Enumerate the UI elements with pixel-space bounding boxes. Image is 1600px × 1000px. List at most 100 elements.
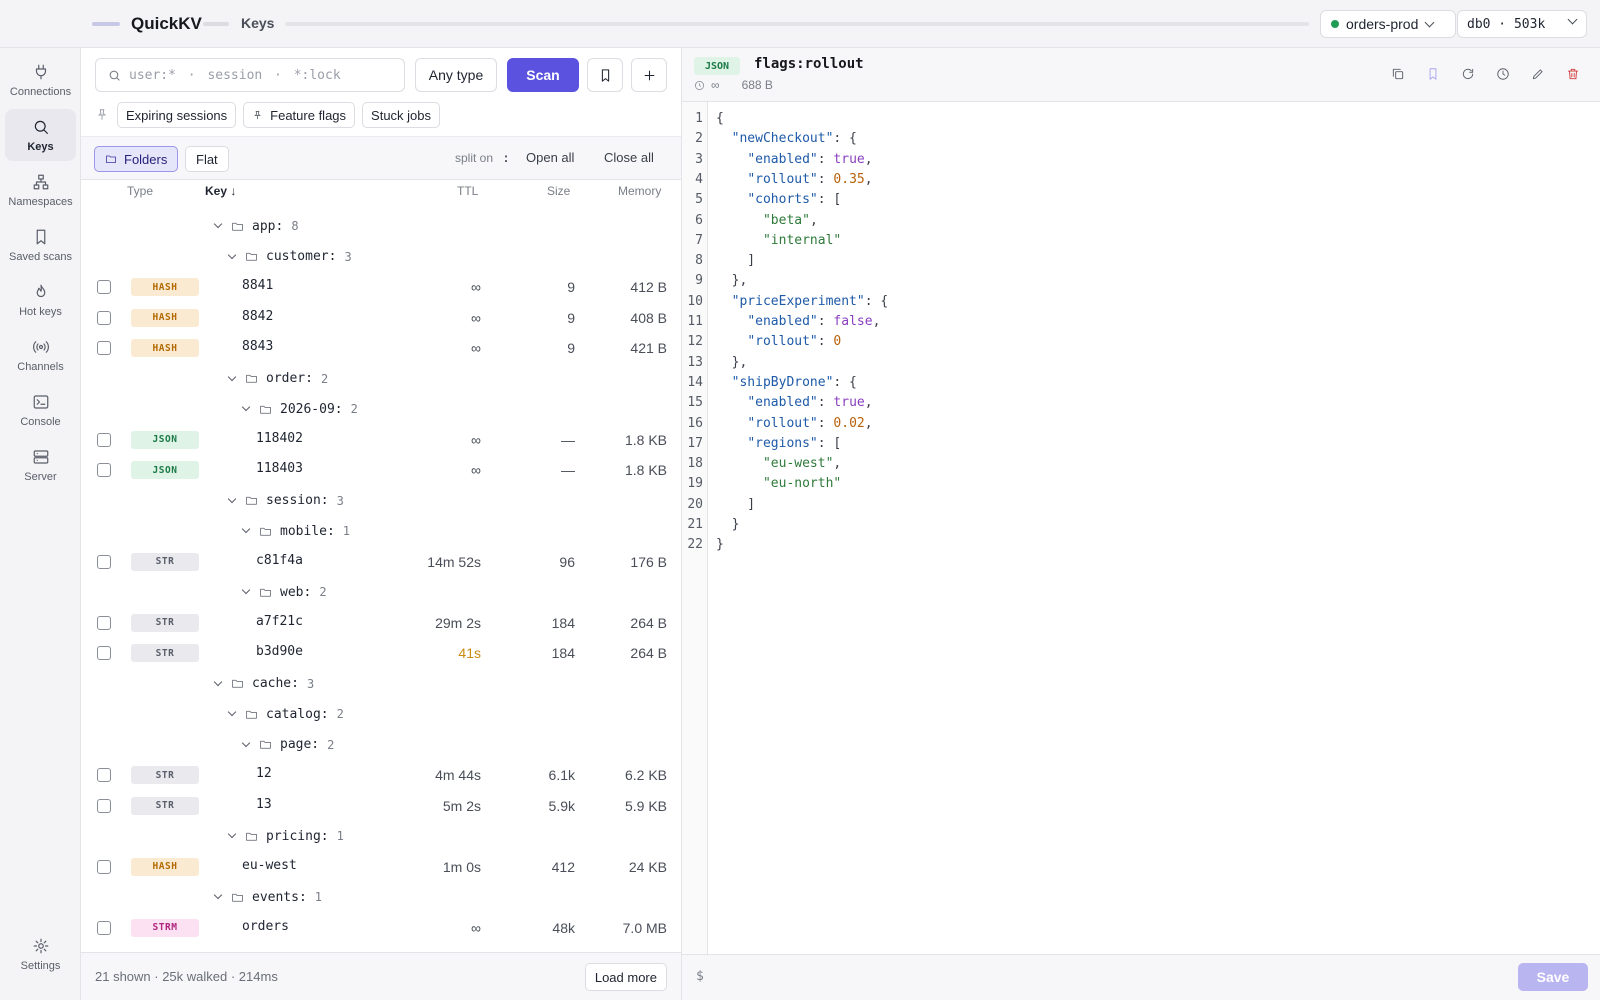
folder-row[interactable]: web: 2: [81, 576, 681, 607]
chevron-down-icon[interactable]: [241, 524, 251, 534]
key-name[interactable]: 12: [256, 766, 272, 781]
chevron-down-icon[interactable]: [213, 677, 223, 686]
key-row[interactable]: STR 12 4m 44s 6.1k 6.2 KB: [81, 759, 681, 790]
connection-select[interactable]: orders-prod: [1320, 10, 1456, 38]
key-name[interactable]: 118402: [256, 431, 303, 446]
nav-item-hot-keys[interactable]: Hot keys: [5, 274, 76, 326]
folder-node[interactable]: page: 2: [241, 735, 334, 755]
chevron-down-icon[interactable]: [227, 707, 237, 717]
chevron-down-icon[interactable]: [227, 250, 237, 259]
folder-node[interactable]: events: 1: [213, 887, 322, 907]
key-row[interactable]: STR b3d90e 41s 184 264 B: [81, 637, 681, 668]
copy-button[interactable]: [1391, 67, 1407, 83]
column-header-key[interactable]: Key ↓: [205, 184, 236, 204]
row-checkbox[interactable]: [97, 310, 111, 325]
chevron-down-icon[interactable]: [241, 738, 251, 747]
nav-item-saved-scans[interactable]: Saved scans: [5, 219, 76, 271]
key-name[interactable]: 13: [256, 797, 272, 812]
row-checkbox[interactable]: [97, 646, 111, 660]
folder-node[interactable]: 2026-09: 2: [241, 399, 358, 419]
key-name[interactable]: 8841: [242, 278, 273, 293]
nav-item-keys[interactable]: Keys: [5, 109, 76, 161]
bookmark-key-button[interactable]: [1426, 67, 1442, 83]
flat-view-toggle[interactable]: Flat: [185, 146, 229, 172]
folder-row[interactable]: mobile: 1: [81, 515, 681, 546]
key-row[interactable]: HASH 8843 ∞ 9 421 B: [81, 332, 681, 363]
nav-item-namespaces[interactable]: Namespaces: [5, 164, 76, 216]
folder-node[interactable]: session: 3: [227, 491, 344, 511]
split-on-control[interactable]: split on :: [455, 151, 510, 165]
key-name[interactable]: a7f21c: [256, 614, 303, 629]
row-checkbox[interactable]: [97, 768, 111, 782]
folder-row[interactable]: page: 2: [81, 729, 681, 760]
scan-button[interactable]: Scan: [507, 58, 579, 92]
folder-node[interactable]: pricing: 1: [227, 826, 344, 846]
folder-node[interactable]: catalog: 2: [227, 704, 344, 724]
folder-row[interactable]: customer: 3: [81, 241, 681, 272]
row-checkbox[interactable]: [97, 554, 111, 569]
nav-item-server[interactable]: Server: [5, 439, 76, 491]
chevron-down-icon[interactable]: [241, 402, 251, 412]
folders-view-toggle[interactable]: Folders: [94, 146, 179, 172]
key-row[interactable]: HASH 8841 ∞ 9 412 B: [81, 271, 681, 302]
search-box[interactable]: [95, 58, 405, 92]
folder-row[interactable]: catalog: 2: [81, 698, 681, 729]
nav-item-channels[interactable]: Channels: [5, 329, 76, 381]
database-select[interactable]: db0 · 503k: [1457, 10, 1587, 38]
refresh-button[interactable]: [1461, 67, 1477, 83]
chevron-down-icon[interactable]: [227, 494, 237, 503]
key-row[interactable]: HASH eu-west 1m 0s 412 24 KB: [81, 851, 681, 882]
chevron-down-icon[interactable]: [227, 829, 237, 839]
folder-row[interactable]: app: 8: [81, 210, 681, 241]
row-checkbox[interactable]: [97, 432, 111, 447]
folder-node[interactable]: cache: 3: [213, 674, 314, 694]
folder-row[interactable]: events: 1: [81, 881, 681, 912]
row-checkbox[interactable]: [97, 341, 111, 355]
close-all-button[interactable]: Close all: [604, 150, 654, 165]
load-more-button[interactable]: Load more: [584, 963, 667, 991]
folder-node[interactable]: order: 2: [227, 369, 328, 389]
folder-node[interactable]: app: 8: [213, 216, 299, 236]
key-name[interactable]: 8843: [242, 339, 273, 354]
column-header-memory[interactable]: Memory: [618, 184, 661, 204]
nav-item-connections[interactable]: Connections: [5, 54, 76, 106]
nav-item-settings[interactable]: Settings: [5, 928, 76, 980]
chevron-down-icon[interactable]: [241, 585, 251, 595]
command-prompt[interactable]: $: [696, 969, 704, 984]
folder-node[interactable]: web: 2: [241, 582, 327, 602]
save-button[interactable]: Save: [1518, 963, 1588, 991]
nav-item-console[interactable]: Console: [5, 384, 76, 436]
chip-stuck-jobs[interactable]: Stuck jobs: [362, 102, 441, 128]
key-row[interactable]: STR a7f21c 29m 2s 184 264 B: [81, 607, 681, 638]
save-scan-button[interactable]: [587, 58, 623, 92]
key-row[interactable]: STR 13 5m 2s 5.9k 5.9 KB: [81, 790, 681, 821]
row-checkbox[interactable]: [97, 920, 111, 935]
type-filter-button[interactable]: Any type: [415, 58, 497, 92]
breadcrumb[interactable]: Keys: [241, 15, 274, 31]
chevron-down-icon[interactable]: [213, 219, 223, 229]
key-row[interactable]: STRM orders ∞ 48k 7.0 MB: [81, 912, 681, 943]
chevron-down-icon[interactable]: [213, 890, 223, 900]
row-checkbox[interactable]: [97, 859, 111, 874]
chevron-down-icon[interactable]: [227, 372, 237, 381]
key-row[interactable]: JSON 118402 ∞ — 1.8 KB: [81, 424, 681, 455]
json-editor[interactable]: 1 2 3 4 5 6 7 8 9 10 11 12 13 14 15 16 17 18 19 20 21 22 { "n…: [682, 102, 1600, 954]
key-name[interactable]: 8842: [242, 309, 273, 324]
key-name[interactable]: c81f4a: [256, 553, 303, 568]
folder-row[interactable]: pricing: 1: [81, 820, 681, 851]
folder-row[interactable]: 2026-09: 2: [81, 393, 681, 424]
folder-row[interactable]: cache: 3: [81, 668, 681, 699]
folder-node[interactable]: customer: 3: [227, 247, 352, 267]
chip-feature-flags[interactable]: Feature flags: [243, 102, 356, 128]
column-header-size[interactable]: Size: [547, 184, 570, 204]
add-key-button[interactable]: [631, 58, 667, 92]
folder-row[interactable]: order: 2: [81, 363, 681, 394]
key-row[interactable]: STR c81f4a 14m 52s 96 176 B: [81, 546, 681, 577]
key-name[interactable]: orders: [242, 919, 289, 934]
row-checkbox[interactable]: [97, 615, 111, 630]
chip-expiring-sessions[interactable]: Expiring sessions: [117, 102, 237, 128]
key-row[interactable]: JSON 118403 ∞ — 1.8 KB: [81, 454, 681, 485]
folder-node[interactable]: mobile: 1: [241, 521, 350, 541]
key-name[interactable]: b3d90e: [256, 644, 303, 659]
key-name[interactable]: 118403: [256, 461, 303, 476]
